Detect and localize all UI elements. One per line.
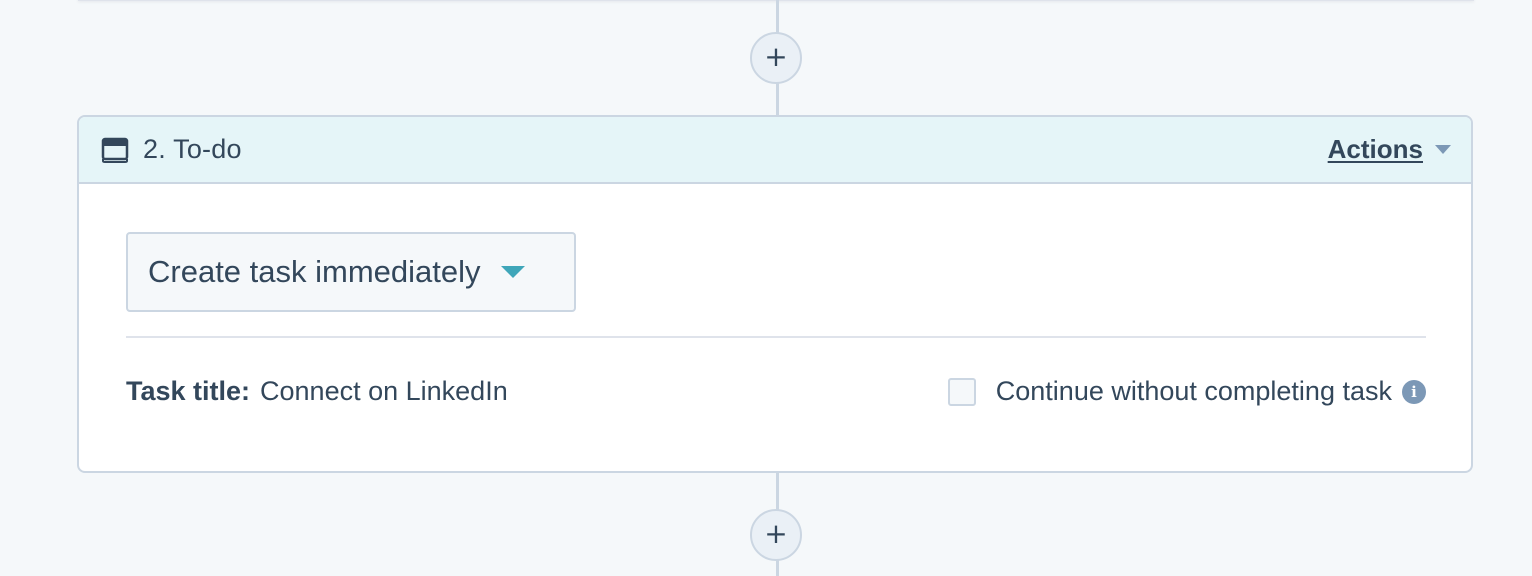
continue-option: Continue without completing task i	[947, 376, 1426, 407]
connector-line-lower	[776, 473, 779, 511]
continue-checkbox[interactable]	[947, 377, 976, 406]
caret-down-icon[interactable]	[1435, 145, 1451, 154]
connector-line-bottom	[776, 559, 779, 576]
step-title: 2. To-do	[143, 134, 242, 164]
actions-dropdown[interactable]: Actions	[1328, 134, 1451, 165]
plus-icon: +	[764, 517, 788, 550]
todo-step-card: 2. To-do Actions Create task immediately…	[77, 115, 1473, 473]
plus-icon: +	[764, 40, 788, 73]
actions-label[interactable]: Actions	[1328, 134, 1423, 165]
divider	[126, 336, 1426, 338]
continue-label[interactable]: Continue without completing task	[996, 376, 1392, 407]
connector-line-upper	[776, 82, 779, 116]
task-title-label: Task title:	[126, 376, 251, 406]
calendar-card-icon	[101, 136, 129, 164]
info-icon[interactable]: i	[1402, 379, 1426, 404]
task-title-value: Connect on LinkedIn	[260, 376, 508, 406]
caret-down-icon[interactable]	[500, 266, 525, 278]
add-step-button-top[interactable]: +	[750, 32, 802, 84]
add-step-button-bottom[interactable]: +	[750, 509, 802, 561]
task-timing-select[interactable]: Create task immediately	[126, 232, 576, 312]
card-body: Create task immediately Task title: Conne…	[79, 184, 1471, 407]
connector-line-top	[776, 0, 779, 34]
card-header: 2. To-do Actions	[79, 117, 1471, 184]
workflow-canvas: + 2. To-do Actions Create task immediate…	[0, 0, 1532, 576]
task-timing-value[interactable]: Create task immediately	[148, 254, 481, 290]
task-title: Task title: Connect on LinkedIn	[126, 376, 508, 407]
task-detail-row: Task title: Connect on LinkedIn Continue …	[126, 376, 1426, 407]
